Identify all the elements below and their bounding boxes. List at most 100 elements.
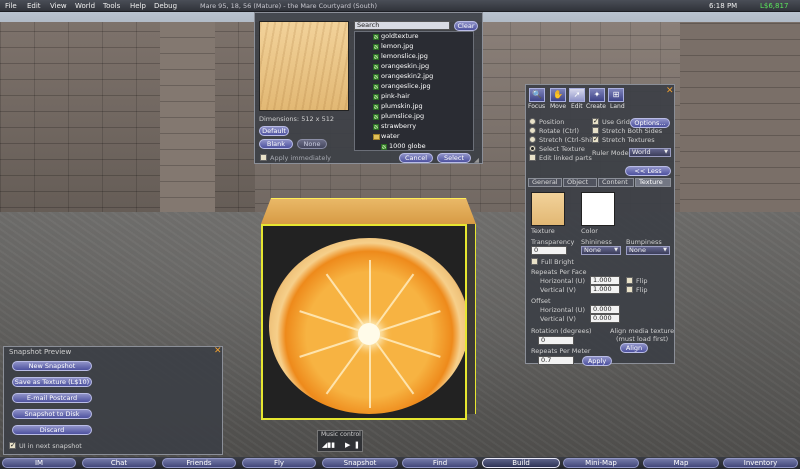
new-snapshot-button[interactable]: New Snapshot	[12, 361, 92, 371]
blank-button[interactable]: Blank	[259, 139, 293, 149]
less-button[interactable]: << Less	[625, 166, 671, 176]
fly-button[interactable]: Fly	[242, 458, 316, 468]
menu-view[interactable]: View	[50, 1, 67, 11]
tab-texture[interactable]: Texture	[635, 178, 671, 187]
none-button[interactable]: None	[297, 139, 327, 149]
select-texture-radio[interactable]	[529, 145, 536, 152]
edit-tool-icon[interactable]: ➚	[569, 88, 585, 102]
map-button[interactable]: Map	[643, 458, 719, 468]
texture-preview	[259, 21, 349, 111]
texture-swatch[interactable]	[531, 192, 565, 226]
chat-button[interactable]: Chat	[82, 458, 156, 468]
tab-general[interactable]: General	[528, 178, 562, 187]
offset-horizontal-input[interactable]: 0.000	[590, 305, 620, 314]
inventory-item[interactable]: pink-hair	[381, 92, 410, 100]
vertical-repeat-input[interactable]: 1.000	[590, 285, 620, 294]
land-tool-icon[interactable]: ⊞	[608, 88, 624, 102]
flip-u-checkbox[interactable]	[626, 277, 633, 284]
menu-tools[interactable]: Tools	[103, 1, 120, 11]
cancel-button[interactable]: Cancel	[399, 153, 433, 163]
discard-button[interactable]: Discard	[12, 425, 92, 435]
stretch-both-checkbox[interactable]	[592, 127, 599, 134]
friends-button[interactable]: Friends	[162, 458, 236, 468]
inventory-button[interactable]: Inventory	[723, 458, 798, 468]
align-media-label: Align media texture	[610, 327, 675, 335]
play-icon[interactable]: ▶	[345, 441, 350, 449]
cube-side-face[interactable]	[467, 224, 476, 414]
location-text[interactable]: Mare 95, 18, 56 (Mature) - the Mare Cour…	[200, 1, 377, 11]
inventory-folder[interactable]: water	[381, 132, 400, 140]
inventory-item[interactable]: plumslice.jpg	[381, 112, 424, 120]
selected-orange-cube[interactable]	[261, 198, 476, 420]
apply-immediately-checkbox[interactable]	[260, 154, 267, 161]
save-as-texture-button[interactable]: Save as Texture (L$10)	[12, 377, 92, 387]
color-swatch[interactable]	[581, 192, 615, 226]
select-button[interactable]: Select	[437, 153, 471, 163]
tab-content[interactable]: Content	[598, 178, 634, 187]
tab-object[interactable]: Object	[563, 178, 597, 187]
inventory-item[interactable]: 1000 globe	[389, 142, 426, 150]
stretch-textures-checkbox[interactable]	[592, 135, 599, 143]
inventory-item[interactable]: orangeskin.jpg	[381, 62, 429, 70]
rotation-input[interactable]: 0	[538, 336, 574, 345]
email-postcard-button[interactable]: E-mail Postcard	[12, 393, 92, 403]
pause-icon[interactable]: ❚	[354, 441, 360, 449]
align-button[interactable]: Align	[620, 343, 648, 353]
texture-swatch-label: Texture	[531, 227, 555, 235]
ui-in-snapshot-checkbox[interactable]	[9, 441, 16, 449]
menu-world[interactable]: World	[75, 1, 95, 11]
transparency-spinner[interactable]: 0	[531, 246, 567, 255]
full-bright-checkbox[interactable]	[531, 258, 538, 265]
apply-button[interactable]: Apply	[582, 356, 612, 366]
default-button[interactable]: Default	[259, 126, 289, 136]
inventory-item[interactable]: strawberry	[381, 122, 416, 130]
menu-edit[interactable]: Edit	[27, 1, 41, 11]
menu-file[interactable]: File	[5, 1, 17, 11]
shininess-dropdown[interactable]: None	[581, 246, 621, 255]
inventory-item[interactable]: goldtexture	[381, 32, 419, 40]
volume-icon[interactable]: ◢▮▮	[322, 441, 335, 449]
offset-vertical-input[interactable]: 0.000	[590, 314, 620, 323]
close-icon[interactable]: ✕	[214, 347, 222, 356]
bumpiness-dropdown[interactable]: None	[626, 246, 670, 255]
im-button[interactable]: IM	[2, 458, 76, 468]
offset-horizontal-label: Horizontal (U)	[540, 306, 586, 314]
cube-front-face[interactable]	[261, 224, 467, 420]
cube-top-face[interactable]	[261, 198, 476, 224]
rotate-radio[interactable]	[529, 127, 536, 134]
stretch-radio[interactable]	[529, 136, 536, 143]
find-button[interactable]: Find	[402, 458, 478, 468]
clear-search-button[interactable]: Clear	[454, 21, 478, 31]
resize-handle-icon[interactable]: ◢	[474, 156, 479, 164]
stretch-label: Stretch (Ctrl-Shift)	[539, 136, 599, 144]
snapshot-to-disk-button[interactable]: Snapshot to Disk	[12, 409, 92, 419]
flip-v-checkbox[interactable]	[626, 286, 633, 293]
inventory-item[interactable]: orangeskin2.jpg	[381, 72, 433, 80]
inventory-search-input[interactable]: Search	[354, 21, 450, 30]
repeats-per-face-label: Repeats Per Face	[531, 268, 587, 276]
position-radio[interactable]	[529, 118, 536, 125]
ruler-mode-dropdown[interactable]: World	[629, 148, 671, 157]
use-grid-checkbox[interactable]	[592, 117, 599, 125]
move-tool-icon[interactable]: ✋	[550, 88, 566, 102]
close-icon[interactable]: ✕	[666, 87, 674, 96]
menu-debug[interactable]: Debug	[154, 1, 177, 11]
inventory-item[interactable]: lemon.jpg	[381, 42, 413, 50]
full-bright-label: Full Bright	[541, 258, 574, 266]
balance-text[interactable]: L$6,817	[760, 1, 788, 11]
inventory-item[interactable]: lemonslice.jpg	[381, 52, 428, 60]
create-tool-icon[interactable]: ✦	[589, 88, 605, 102]
mini-map-button[interactable]: Mini-Map	[563, 458, 639, 468]
snapshot-button[interactable]: Snapshot	[322, 458, 398, 468]
inventory-texture-list[interactable]: goldtexture lemon.jpg lemonslice.jpg ora…	[354, 31, 474, 151]
build-button[interactable]: Build	[482, 458, 560, 468]
align-media-sublabel: (must load first)	[616, 335, 669, 343]
inventory-item[interactable]: orangeslice.jpg	[381, 82, 431, 90]
repeats-per-meter-input[interactable]: 0.7	[538, 356, 574, 365]
inventory-item[interactable]: plumskin.jpg	[381, 102, 423, 110]
edit-linked-checkbox[interactable]	[529, 154, 536, 161]
horizontal-repeat-input[interactable]: 1.000	[590, 276, 620, 285]
bumpiness-label: Bumpiness	[626, 238, 662, 246]
focus-tool-icon[interactable]: 🔍	[529, 88, 545, 102]
menu-help[interactable]: Help	[130, 1, 146, 11]
